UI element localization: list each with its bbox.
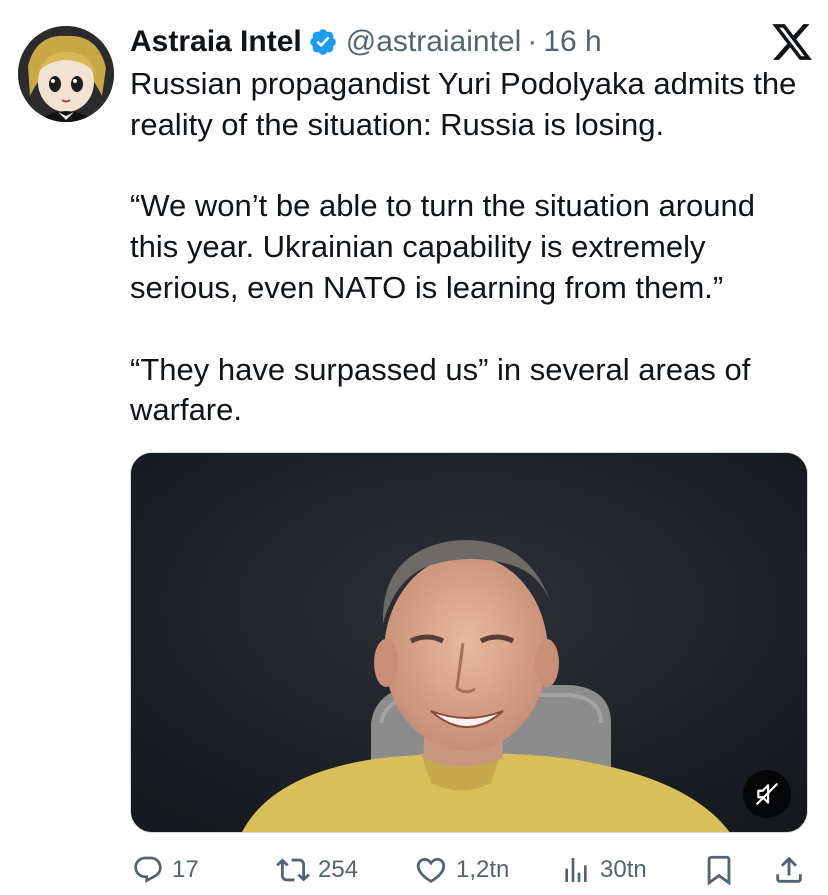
share-icon	[776, 856, 802, 883]
like-count: 1,2tn	[456, 856, 510, 883]
views-count: 30tn	[600, 856, 647, 883]
tweet-card[interactable]: Astraia Intel @astraiaintel · 16 h Russi…	[0, 0, 828, 895]
repost-button[interactable]: 254	[276, 848, 358, 892]
avatar[interactable]	[18, 26, 114, 122]
repost-count: 254	[318, 856, 359, 883]
mute-button[interactable]	[743, 770, 791, 818]
tweet-paragraph: Russian propagandist Yuri Podolyaka admi…	[130, 66, 797, 142]
views-icon	[565, 858, 587, 882]
views-button[interactable]: 30tn	[560, 848, 647, 892]
video-frame	[131, 453, 807, 832]
reply-icon	[134, 856, 162, 883]
reply-button[interactable]: 17	[132, 848, 199, 892]
bookmark-button[interactable]	[702, 848, 736, 892]
handle[interactable]: @astraiaintel	[346, 25, 522, 59]
like-button[interactable]: 1,2tn	[414, 848, 509, 892]
tweet-text: Russian propagandist Yuri Podolyaka admi…	[130, 64, 810, 472]
video-player[interactable]	[130, 452, 808, 833]
display-name[interactable]: Astraia Intel	[130, 25, 302, 59]
x-logo-icon[interactable]	[770, 20, 814, 64]
timestamp[interactable]: 16 h	[543, 25, 601, 59]
action-bar: 17 254 1,2tn 30tn	[0, 848, 828, 892]
verified-badge-icon	[308, 27, 338, 57]
reply-count: 17	[172, 856, 199, 883]
tweet-paragraph: “They have surpassed us” in several area…	[130, 351, 751, 428]
repost-icon	[276, 858, 310, 882]
separator-dot: ·	[527, 25, 538, 58]
mute-icon	[756, 783, 778, 805]
tweet-paragraph: “We won’t be able to turn the situation …	[130, 188, 755, 305]
bookmark-icon	[707, 855, 731, 886]
tweet-header: Astraia Intel @astraiaintel · 16 h	[130, 22, 602, 62]
like-icon	[416, 857, 446, 883]
share-button[interactable]	[772, 848, 806, 892]
